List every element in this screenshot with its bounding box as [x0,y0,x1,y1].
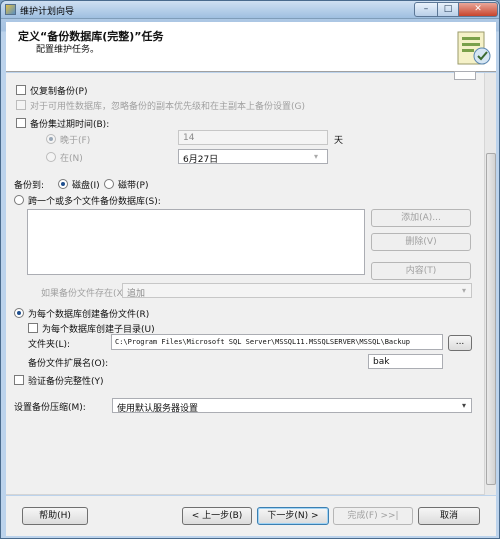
app-icon [5,4,16,15]
wizard-footer: 帮助(H) < 上一步(B) 下一步(N) > 完成(F) >>| 取消 [6,496,496,536]
verify-integrity-label: 验证备份完整性(Y) [28,377,104,387]
backup-set-expires-checkbox[interactable] [16,118,26,128]
copy-only-label: 仅复制备份(P) [30,87,88,97]
folder-path-input[interactable]: C:\Program Files\Microsoft SQL Server\MS… [111,334,443,350]
extension-label: 备份文件扩展名(O): [28,359,109,369]
days-unit-label: 天 [334,136,344,146]
finish-button[interactable]: 完成(F) >>| [333,507,413,525]
copy-only-checkbox[interactable] [16,85,26,95]
backup-to-tape-label: 磁带(P) [118,181,149,191]
title-bar[interactable]: 维护计划向导 – □ ✕ [1,1,499,19]
backup-to-label: 备份到: [14,181,45,191]
back-button[interactable]: < 上一步(B) [182,507,252,525]
subdirectory-checkbox[interactable] [28,323,38,333]
compression-dropdown-icon[interactable]: ▾ [462,401,466,410]
compression-value: 使用默认服务器设置 [117,404,199,413]
if-exists-value: 追加 [127,289,146,298]
wizard-banner-icon [457,31,491,65]
expire-after-radio[interactable] [46,134,56,144]
expire-date-picker[interactable]: 6月27日 [178,149,328,164]
ignore-replica-priority-label: 对于可用性数据库，忽略备份的副本优先级和在主副本上备份设置(G) [30,102,305,112]
backup-to-disk-label: 磁盘(I) [72,181,100,191]
compression-label: 设置备份压缩(M): [14,403,86,413]
expire-date-value: 6月27日 [183,155,219,164]
help-button[interactable]: 帮助(H) [22,507,88,525]
if-exists-dropdown-icon[interactable]: ▾ [462,286,466,295]
expire-on-radio[interactable] [46,152,56,162]
task-options-panel: 仅复制备份(P) 对于可用性数据库，忽略备份的副本优先级和在主副本上备份设置(G… [6,71,496,495]
remove-file-button[interactable]: 删除(V) [371,233,471,251]
next-button[interactable]: 下一步(N) > [257,507,329,525]
per-database-radio[interactable] [14,308,24,318]
wizard-window: 维护计划向导 – □ ✕ 定义“备份数据库(完整)”任务 配置维护任务。 仅复制… [0,0,500,539]
across-files-label: 跨一个或多个文件备份数据库(S): [28,197,161,207]
close-button[interactable]: ✕ [458,2,498,17]
backup-set-expires-label: 备份集过期时间(B): [30,120,110,130]
scrolled-control-edge [454,71,476,80]
scrollbar-thumb[interactable] [486,153,496,485]
calendar-dropdown-icon[interactable]: ▾ [314,152,318,161]
wizard-header: 定义“备份数据库(完整)”任务 配置维护任务。 [6,22,496,72]
folder-label: 文件夹(L): [28,340,71,350]
cancel-button[interactable]: 取消 [418,507,480,525]
verify-integrity-checkbox[interactable] [14,375,24,385]
compression-select[interactable]: 使用默认服务器设置 [112,398,472,413]
extension-input[interactable]: bak [368,354,443,369]
backup-to-disk-radio[interactable] [58,179,68,189]
contents-button[interactable]: 内容(T) [371,262,471,280]
add-file-button[interactable]: 添加(A)... [371,209,471,227]
per-database-label: 为每个数据库创建备份文件(R) [28,310,150,320]
expire-on-label: 在(N) [60,154,83,164]
maximize-button[interactable]: □ [437,2,459,17]
vertical-scrollbar[interactable] [484,73,496,495]
across-files-radio[interactable] [14,195,24,205]
expire-days-input[interactable]: 14 [178,130,328,145]
expire-after-label: 晚于(F) [60,136,91,146]
backup-to-tape-radio[interactable] [104,179,114,189]
minimize-button[interactable]: – [414,2,438,17]
backup-files-list[interactable] [27,209,365,275]
ignore-replica-priority-checkbox[interactable] [16,100,26,110]
page-subtitle: 配置维护任务。 [36,45,100,55]
if-exists-select[interactable]: 追加 [122,283,472,298]
if-exists-label: 如果备份文件存在(X): [41,289,130,299]
browse-folder-button[interactable]: ... [448,335,472,351]
window-title: 维护计划向导 [20,7,75,17]
